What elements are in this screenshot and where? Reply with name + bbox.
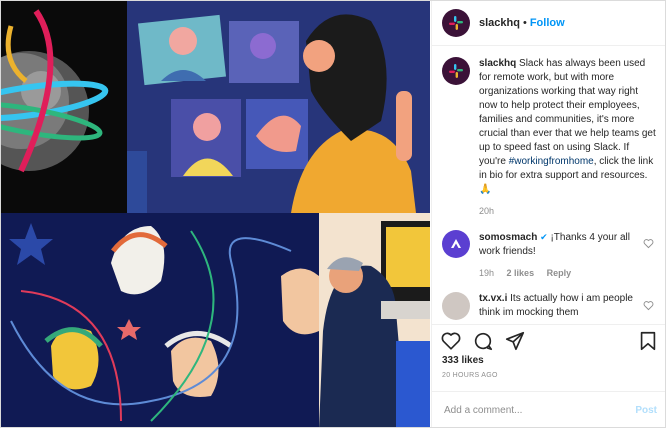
- follow-button[interactable]: Follow: [530, 17, 565, 29]
- comment-body: tx.vx.i Its actually how i am people thi…: [479, 292, 637, 320]
- caption-username[interactable]: slackhq: [479, 58, 516, 69]
- comment-username[interactable]: somosmach: [479, 232, 537, 243]
- comment-heart-icon[interactable]: [643, 230, 657, 280]
- mach-logo-icon: [451, 239, 461, 248]
- post-sidebar: slackhq • Follow slackhq Slack has alway…: [431, 1, 665, 427]
- reply-button[interactable]: Reply: [547, 268, 572, 278]
- comment-username[interactable]: tx.vx.i: [479, 293, 507, 304]
- avatar[interactable]: [442, 230, 470, 258]
- add-comment-row: Post: [432, 391, 665, 427]
- comment-meta: 19h 2 likes Reply: [479, 266, 637, 280]
- comments-list[interactable]: slackhq Slack has always been used for r…: [432, 45, 665, 323]
- avatar[interactable]: [442, 9, 470, 37]
- share-icon[interactable]: [504, 330, 526, 352]
- comment-item: tx.vx.i Its actually how i am people thi…: [432, 280, 665, 320]
- slack-logo-icon: [449, 64, 463, 78]
- post-timestamp[interactable]: 20 HOURS AGO: [442, 372, 498, 379]
- slack-logo-icon: [449, 16, 463, 30]
- post-button[interactable]: Post: [635, 405, 657, 416]
- instagram-post-modal: slackhq • Follow slackhq Slack has alway…: [0, 0, 666, 428]
- comment-time[interactable]: 19h: [479, 268, 494, 278]
- hashtag-link[interactable]: #workingfromhome: [509, 156, 594, 167]
- post-username[interactable]: slackhq: [479, 17, 520, 29]
- caption-time[interactable]: 20h: [479, 206, 494, 216]
- comment-likes[interactable]: 2 likes: [507, 268, 535, 278]
- comment-heart-icon[interactable]: [643, 292, 657, 320]
- action-bar: [432, 324, 665, 357]
- avatar[interactable]: [442, 292, 470, 320]
- likes-count[interactable]: 333 likes: [442, 355, 484, 366]
- caption: slackhq Slack has always been used for r…: [432, 45, 665, 218]
- avatar[interactable]: [442, 57, 470, 85]
- comment-body: somosmach ✔ ¡Thanks 4 your all work frie…: [479, 230, 637, 280]
- separator-dot: •: [522, 17, 527, 29]
- post-image[interactable]: [1, 1, 430, 427]
- comment-icon[interactable]: [472, 330, 494, 352]
- heart-icon[interactable]: [440, 330, 462, 352]
- post-header: slackhq • Follow: [432, 1, 665, 46]
- comment-input[interactable]: [442, 404, 636, 417]
- caption-text: Slack has always been used for remote wo…: [479, 58, 656, 167]
- caption-body: slackhq Slack has always been used for r…: [479, 57, 657, 218]
- bookmark-icon[interactable]: [637, 330, 659, 352]
- comment-item: somosmach ✔ ¡Thanks 4 your all work frie…: [432, 218, 665, 280]
- caption-meta: 20h: [479, 204, 657, 218]
- verified-badge-icon: ✔: [540, 232, 548, 242]
